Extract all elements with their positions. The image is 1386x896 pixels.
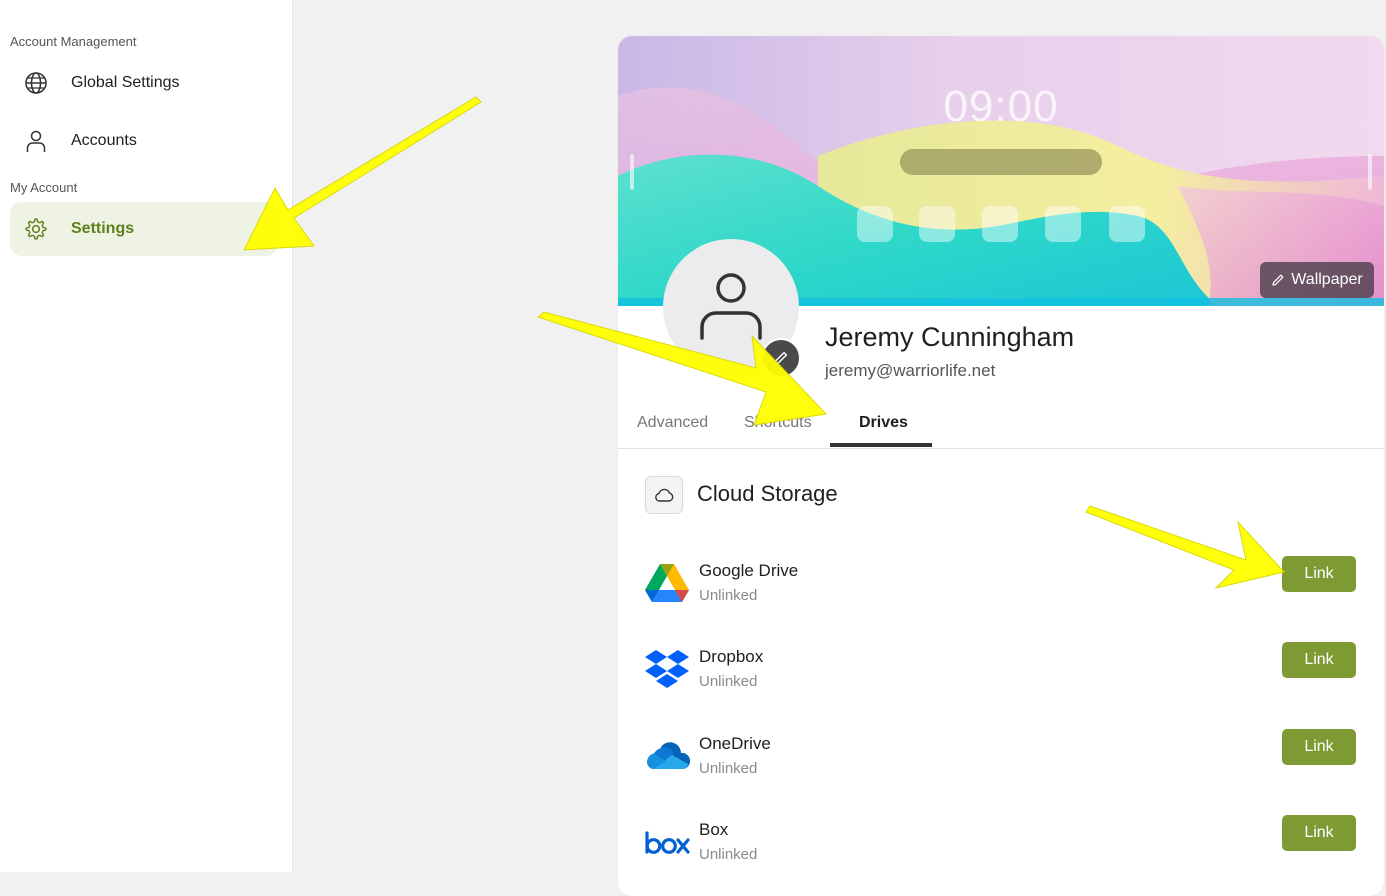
- drive-name: Dropbox: [699, 647, 764, 666]
- gear-icon: [25, 218, 47, 240]
- drive-row-dropbox: Dropbox Unlinked Link: [618, 640, 1384, 700]
- sidebar: Account Management Global Settings Accou…: [0, 0, 293, 872]
- user-email: jeremy@warriorlife.net: [825, 361, 996, 380]
- pencil-icon: [1272, 274, 1284, 286]
- avatar-edit-button[interactable]: [761, 338, 801, 378]
- dock-icon: [982, 206, 1018, 242]
- section-label-account-management: Account Management: [10, 34, 137, 49]
- google-drive-icon: [645, 564, 689, 602]
- drive-status: Unlinked: [699, 587, 758, 604]
- pencil-icon: [774, 351, 788, 365]
- dock-icon: [1045, 206, 1081, 242]
- link-dropbox-button[interactable]: Link: [1282, 642, 1356, 678]
- user-name: Jeremy Cunningham: [825, 322, 1075, 352]
- person-icon: [26, 130, 46, 152]
- drive-status: Unlinked: [699, 760, 758, 777]
- wallpaper-button[interactable]: Wallpaper: [1260, 262, 1374, 298]
- active-tab-indicator: [830, 443, 932, 447]
- dock-icon: [857, 206, 893, 242]
- link-box-button[interactable]: Link: [1282, 815, 1356, 851]
- drive-name: OneDrive: [699, 734, 771, 753]
- edge-handle-right: [1368, 154, 1372, 190]
- link-onedrive-button[interactable]: Link: [1282, 729, 1356, 765]
- box-icon: [645, 831, 690, 854]
- sidebar-item-label: Accounts: [71, 132, 137, 149]
- profile-card: 09:00 Wallpaper Jeremy Cunningham jeremy…: [618, 36, 1384, 896]
- drive-status: Unlinked: [699, 673, 758, 690]
- sidebar-item-settings[interactable]: Settings: [10, 202, 278, 256]
- drive-status: Unlinked: [699, 846, 758, 863]
- drive-name: Google Drive: [699, 561, 799, 580]
- onedrive-icon: [646, 742, 690, 769]
- sidebar-item-global-settings[interactable]: Global Settings: [10, 56, 278, 110]
- search-pill: [900, 149, 1102, 175]
- tab-advanced[interactable]: Advanced: [637, 414, 708, 432]
- link-google-drive-button[interactable]: Link: [1282, 556, 1356, 592]
- globe-icon: [25, 72, 47, 94]
- sidebar-item-accounts[interactable]: Accounts: [10, 114, 278, 168]
- dock-icon: [1109, 206, 1145, 242]
- tab-shortcuts[interactable]: Shortcuts: [744, 414, 812, 432]
- cloud-storage-title: Cloud Storage: [697, 481, 838, 506]
- drive-row-box: Box Unlinked Link: [618, 813, 1384, 873]
- section-label-my-account: My Account: [10, 180, 78, 195]
- sidebar-item-label: Settings: [71, 220, 135, 237]
- dock-icon: [919, 206, 955, 242]
- clock-display: 09:00: [943, 82, 1059, 131]
- sidebar-item-label: Global Settings: [71, 74, 180, 91]
- tab-drives[interactable]: Drives: [859, 414, 908, 432]
- profile-tabs: Advanced Shortcuts Drives: [618, 396, 1384, 449]
- drive-name: Box: [699, 820, 729, 839]
- cloud-storage-icon-box: [645, 476, 683, 514]
- edge-handle-left: [630, 154, 634, 190]
- drive-row-google-drive: Google Drive Unlinked Link: [618, 554, 1384, 614]
- dropbox-icon: [645, 650, 689, 688]
- cloud-icon: [655, 488, 674, 502]
- wallpaper-button-label: Wallpaper: [1291, 271, 1363, 288]
- drive-row-onedrive: OneDrive Unlinked Link: [618, 727, 1384, 787]
